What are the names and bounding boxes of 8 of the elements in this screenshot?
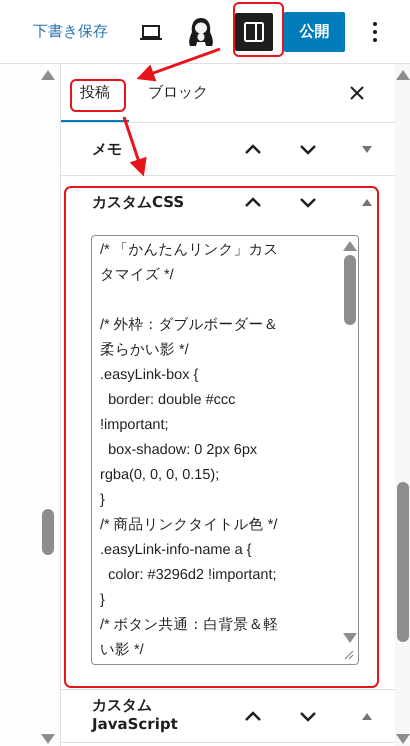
publish-button[interactable]: 公開 [284, 12, 345, 52]
panel-title: カスタムCSS [92, 192, 184, 212]
panel-title: カスタム JavaScript [92, 694, 179, 734]
save-draft-button[interactable]: 下書き保存 [28, 16, 113, 47]
sidebar-tab[interactable]: 投稿 [61, 64, 129, 122]
panel-title: メモ [92, 138, 122, 160]
code-field[interactable]: /* 「かんたんリンク」カスタマイズ */ /* 外枠：ダブルボーダー＆柔らかい影 */ .easyLink-box { border: double #ccc !important; box-shadow: 0 2px 6px rgba(0, 0, 0, 0.15); } /* 商品リンクタイトル色 */ .easyLink-info-name a { color: #3296d2 !important; } /* ボタン共通：白背景＆軽い影 */ [91, 235, 359, 665]
sidebar-tab[interactable]: ブロック [129, 64, 227, 122]
